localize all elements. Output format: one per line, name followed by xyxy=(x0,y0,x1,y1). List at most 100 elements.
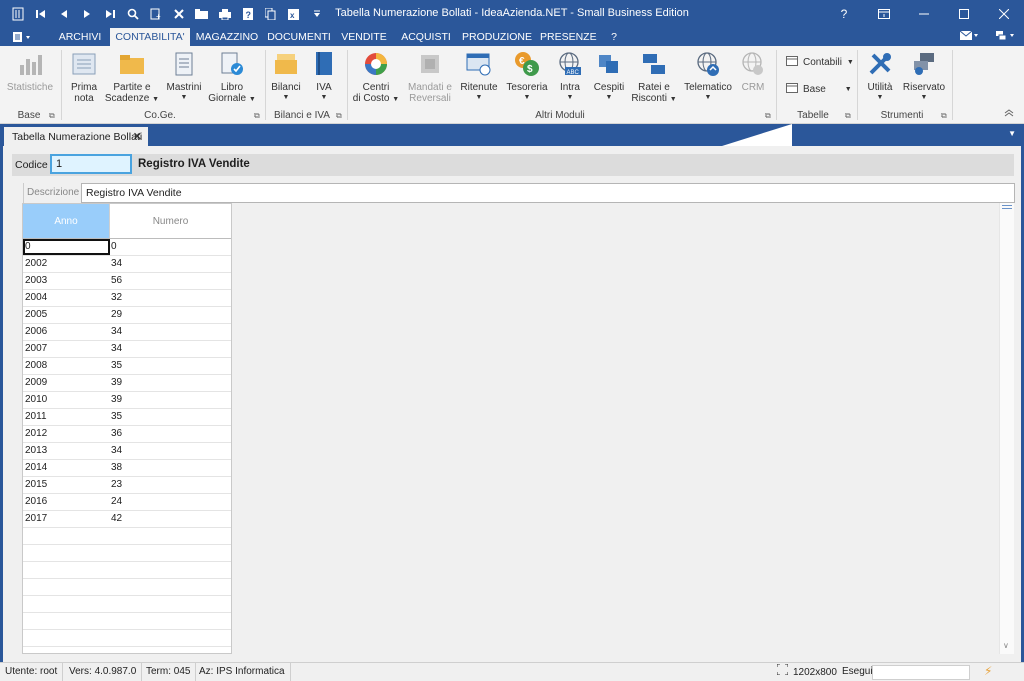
tab-acquisti[interactable]: ACQUISTI xyxy=(396,28,456,46)
tab-archivi[interactable]: ARCHIVI xyxy=(54,28,106,46)
cell-numero[interactable]: 35 xyxy=(110,358,231,374)
cell-numero[interactable] xyxy=(110,630,231,646)
cell-numero[interactable] xyxy=(110,579,231,595)
cell-anno[interactable] xyxy=(23,630,110,646)
tab-list-icon[interactable]: ▼ xyxy=(1008,129,1016,138)
cell-anno[interactable] xyxy=(23,545,110,561)
table-row[interactable]: 2015 23 xyxy=(23,477,231,494)
cell-numero[interactable] xyxy=(110,613,231,629)
vertical-scrollbar[interactable]: ∨ xyxy=(999,203,1014,654)
help-button[interactable]: ? xyxy=(824,0,864,28)
collapse-ribbon-icon[interactable] xyxy=(1004,108,1014,120)
fullscreen-icon[interactable] xyxy=(776,663,789,681)
table-row[interactable]: 2016 24 xyxy=(23,494,231,511)
cell-numero[interactable]: 34 xyxy=(110,324,231,340)
cell-anno[interactable]: 2010 xyxy=(23,392,110,408)
cell-numero[interactable]: 56 xyxy=(110,273,231,289)
cell-anno[interactable] xyxy=(23,528,110,544)
tab-presenze[interactable]: PRESENZE xyxy=(540,28,597,46)
table-row[interactable]: 2010 39 xyxy=(23,392,231,409)
cell-numero[interactable]: 0 xyxy=(110,239,231,255)
table-row[interactable]: 2012 36 xyxy=(23,426,231,443)
table-row[interactable] xyxy=(23,545,231,562)
cell-anno[interactable] xyxy=(23,579,110,595)
mail-icon[interactable] xyxy=(959,30,980,45)
column-header-anno[interactable]: Anno xyxy=(23,204,110,238)
cell-numero[interactable]: 36 xyxy=(110,426,231,442)
cell-anno[interactable]: 2014 xyxy=(23,460,110,476)
table-row[interactable]: 2008 35 xyxy=(23,358,231,375)
windows-icon[interactable] xyxy=(996,30,1016,45)
close-window-icon[interactable] xyxy=(984,0,1024,28)
cell-numero[interactable]: 34 xyxy=(110,341,231,357)
cell-anno[interactable]: 2005 xyxy=(23,307,110,323)
cell-numero[interactable] xyxy=(110,545,231,561)
cell-numero[interactable]: 42 xyxy=(110,511,231,527)
cespiti-button[interactable]: Cespiti ▼ xyxy=(592,50,626,102)
cell-anno[interactable]: 2013 xyxy=(23,443,110,459)
restore-ribbon-icon[interactable] xyxy=(864,0,904,28)
cell-anno[interactable]: 0 xyxy=(23,239,110,255)
dialog-launcher-icon[interactable]: ⧉ xyxy=(49,111,55,121)
column-header-numero[interactable]: Numero xyxy=(110,204,231,238)
intra-button[interactable]: ABC Intra ▼ xyxy=(554,50,586,102)
table-row[interactable]: 2002 34 xyxy=(23,256,231,273)
scroll-top-icon[interactable] xyxy=(1002,205,1012,209)
maximize-icon[interactable] xyxy=(944,0,984,28)
tab-vendite[interactable]: VENDITE xyxy=(338,28,390,46)
cell-numero[interactable] xyxy=(110,562,231,578)
table-row[interactable]: 2009 39 xyxy=(23,375,231,392)
file-menu-button[interactable] xyxy=(11,30,37,44)
cell-anno[interactable]: 2006 xyxy=(23,324,110,340)
table-row[interactable]: 2004 32 xyxy=(23,290,231,307)
cell-anno[interactable] xyxy=(23,613,110,629)
crm-button[interactable]: CRM xyxy=(736,50,770,93)
cell-anno[interactable]: 2004 xyxy=(23,290,110,306)
ratei-risconti-button[interactable]: Ratei e Risconti ▼ xyxy=(630,50,678,104)
dialog-launcher-icon[interactable]: ⧉ xyxy=(941,111,947,121)
table-row[interactable]: 2007 34 xyxy=(23,341,231,358)
table-row[interactable] xyxy=(23,562,231,579)
mandati-reversali-button[interactable]: Mandati e Reversali xyxy=(406,50,454,104)
table-row[interactable] xyxy=(23,579,231,596)
base-dropdown[interactable]: Base ▼ xyxy=(786,83,852,96)
riservato-button[interactable]: Riservato ▼ xyxy=(902,50,946,102)
cell-anno[interactable]: 2015 xyxy=(23,477,110,493)
cell-numero[interactable]: 39 xyxy=(110,392,231,408)
table-row[interactable] xyxy=(23,528,231,545)
dialog-launcher-icon[interactable]: ⧉ xyxy=(845,111,851,121)
table-row[interactable]: 2005 29 xyxy=(23,307,231,324)
tab-help[interactable]: ? xyxy=(604,28,624,46)
chevron-down-icon[interactable]: ∨ xyxy=(1003,641,1009,650)
table-row[interactable]: 2006 34 xyxy=(23,324,231,341)
centri-costo-button[interactable]: Centri di Costo ▼ xyxy=(352,50,400,104)
bilanci-button[interactable]: Bilanci ▼ xyxy=(270,50,302,102)
close-tab-icon[interactable]: ✕ xyxy=(133,130,142,143)
cell-numero[interactable]: 38 xyxy=(110,460,231,476)
table-row[interactable]: 00 xyxy=(23,239,231,256)
cell-numero[interactable]: 34 xyxy=(110,443,231,459)
ritenute-button[interactable]: Ritenute ▼ xyxy=(458,50,500,102)
cell-anno[interactable]: 2012 xyxy=(23,426,110,442)
mastrini-button[interactable]: Mastrini ▼ xyxy=(164,50,204,102)
dialog-launcher-icon[interactable]: ⧉ xyxy=(254,111,260,121)
cell-anno[interactable] xyxy=(23,562,110,578)
codice-input[interactable]: 1 xyxy=(50,154,132,174)
cell-anno[interactable]: 2003 xyxy=(23,273,110,289)
table-row[interactable] xyxy=(23,613,231,630)
statistiche-button[interactable]: Statistiche xyxy=(6,50,54,93)
cell-numero[interactable]: 24 xyxy=(110,494,231,510)
cell-anno[interactable] xyxy=(23,596,110,612)
cell-numero[interactable] xyxy=(110,596,231,612)
lightning-icon[interactable]: ⚡ xyxy=(984,664,992,678)
tesoreria-button[interactable]: € $ Tesoreria ▼ xyxy=(504,50,550,102)
table-row[interactable]: 2014 38 xyxy=(23,460,231,477)
cell-anno[interactable]: 2017 xyxy=(23,511,110,527)
table-row[interactable] xyxy=(23,630,231,647)
tab-documenti[interactable]: DOCUMENTI xyxy=(264,28,334,46)
descrizione-field[interactable]: Registro IVA Vendite xyxy=(81,183,1015,203)
table-row[interactable]: 2013 34 xyxy=(23,443,231,460)
cell-numero[interactable]: 34 xyxy=(110,256,231,272)
cell-anno[interactable]: 2009 xyxy=(23,375,110,391)
tab-produzione[interactable]: PRODUZIONE xyxy=(460,28,534,46)
